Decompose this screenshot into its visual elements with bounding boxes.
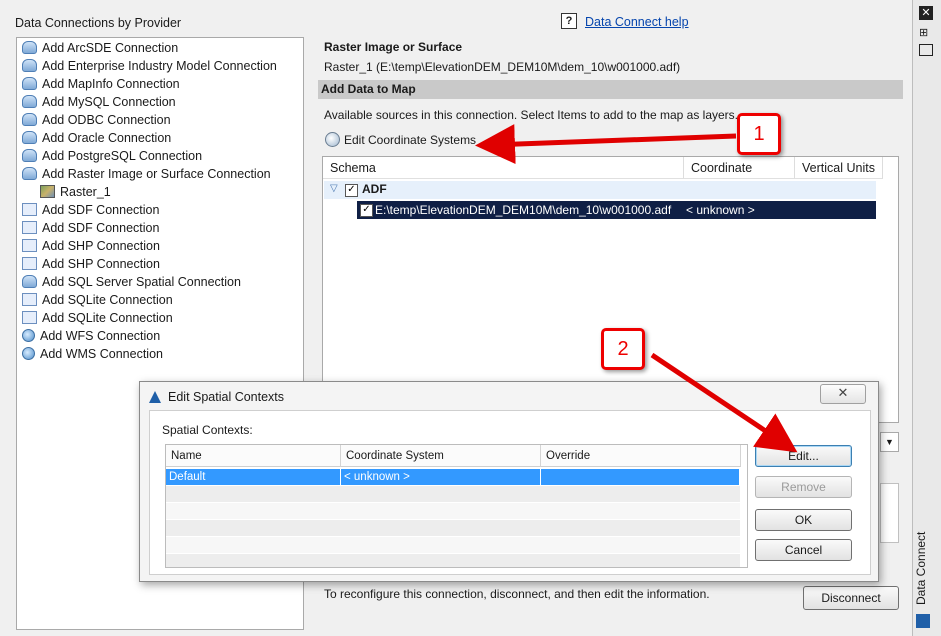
callout-1: 1 bbox=[737, 113, 781, 155]
annotation-arrows bbox=[475, 124, 798, 453]
arrow-2 bbox=[650, 352, 798, 453]
arrow-1 bbox=[475, 124, 737, 165]
callout-2: 2 bbox=[601, 328, 645, 370]
